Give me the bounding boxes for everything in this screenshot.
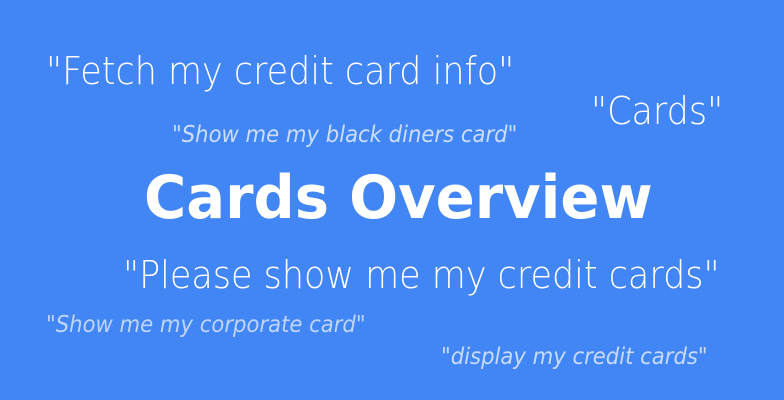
phrase-please-show-credit-cards: "Please show me my credit cards" (123, 253, 720, 297)
phrase-cards: "Cards" (591, 89, 724, 133)
page-title: Cards Overview (144, 163, 653, 233)
phrase-show-black-diners-card: "Show me my black diners card" (172, 122, 518, 148)
phrase-display-credit-cards: "display my credit cards" (441, 344, 708, 370)
cards-overview-banner: "Fetch my credit card info" "Cards" "Sho… (0, 0, 784, 400)
phrase-fetch-credit-card-info: "Fetch my credit card info" (46, 49, 515, 93)
phrase-show-corporate-card: "Show me my corporate card" (46, 312, 366, 338)
